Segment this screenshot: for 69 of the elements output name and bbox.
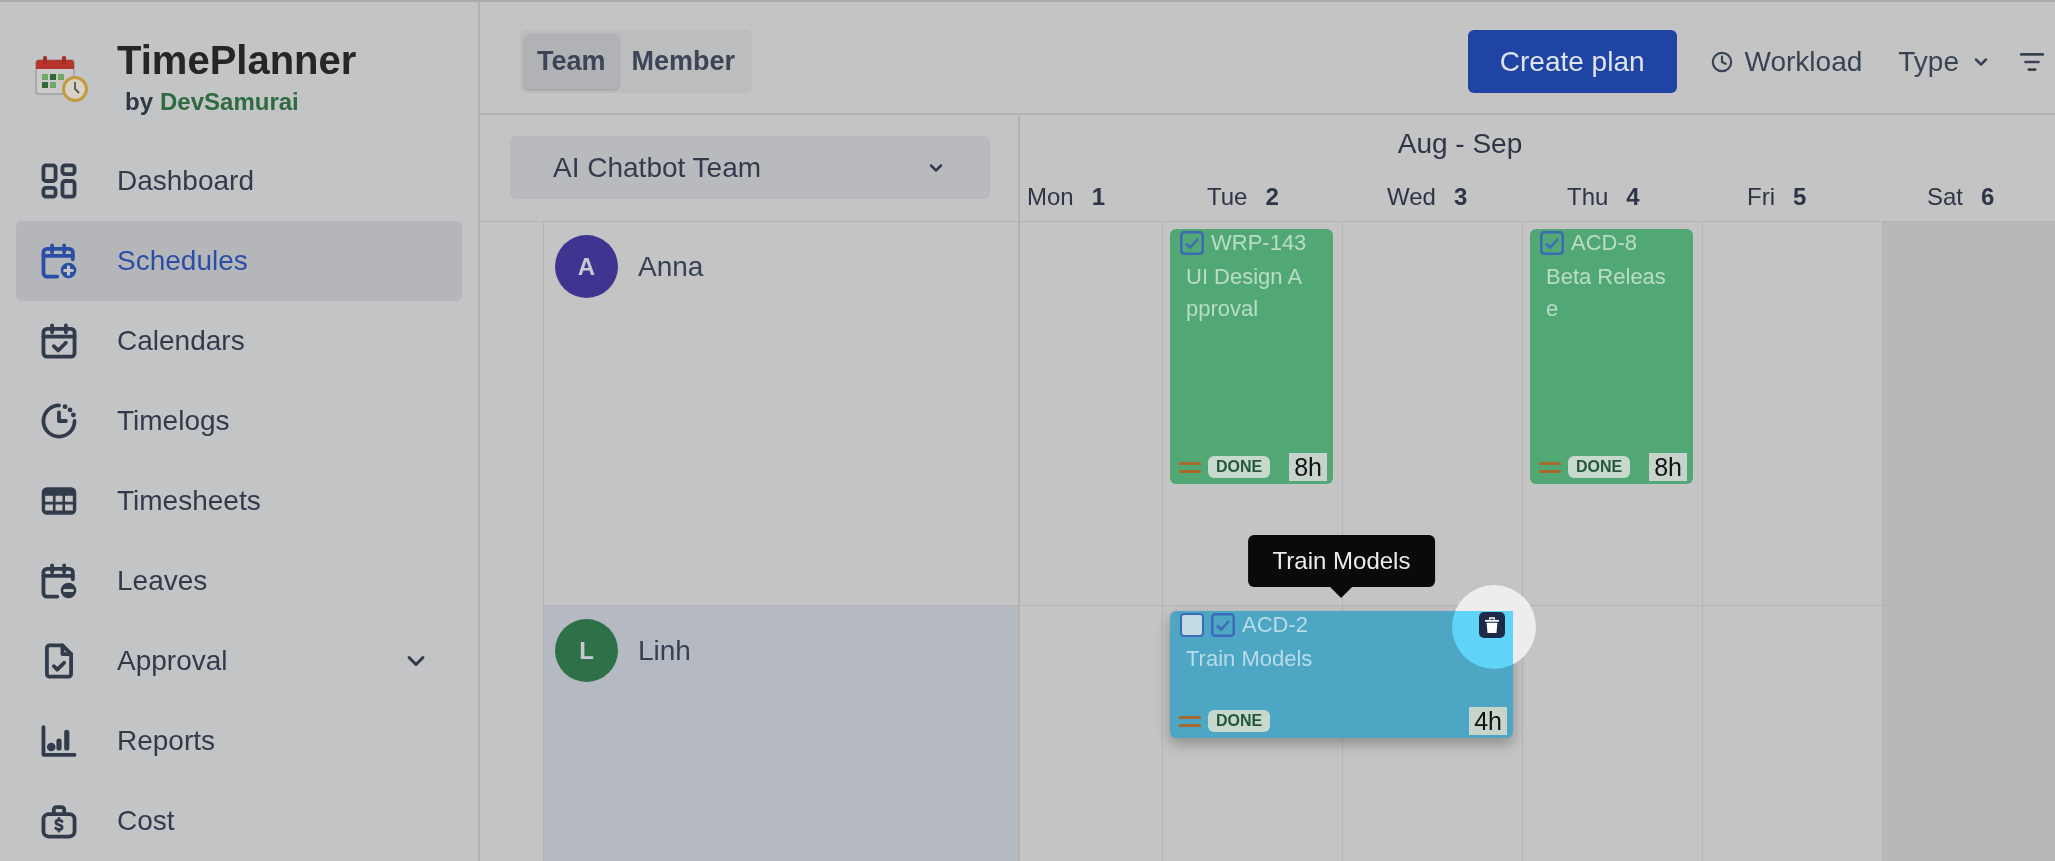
- day-number: 4: [1626, 182, 1640, 212]
- issue-key: ACD-2: [1242, 611, 1308, 639]
- sidebar-item[interactable]: Reports: [16, 701, 462, 781]
- task-card[interactable]: WRP-143 UI Design Approval DONE 8h: [1170, 229, 1333, 484]
- sidebar-item[interactable]: Schedules: [16, 221, 462, 301]
- calendar-check-icon: [40, 322, 78, 360]
- weekday-label: Wed: [1387, 182, 1436, 212]
- sidebar-item[interactable]: Dashboard: [16, 141, 462, 221]
- avatar: L: [555, 619, 618, 682]
- avatar: A: [555, 235, 618, 298]
- clock-icon: [40, 402, 78, 440]
- workload-button[interactable]: Workload: [1710, 40, 1863, 83]
- issue-key: ACD-8: [1571, 229, 1637, 257]
- task-title: Beta Release: [1546, 263, 1667, 323]
- issue-key: WRP-143: [1211, 229, 1307, 257]
- equals-icon: [1179, 715, 1201, 727]
- sidebar-item[interactable]: Calendars: [16, 301, 462, 381]
- team-select[interactable]: AI Chatbot Team: [510, 136, 990, 199]
- day-number: 1: [1091, 182, 1106, 212]
- hours-badge: 4h: [1469, 707, 1507, 735]
- weekday-label: Sat: [1927, 182, 1964, 212]
- status-badge: DONE: [1208, 710, 1271, 732]
- equals-icon: [1539, 461, 1561, 473]
- tooltip: Train Models: [1247, 535, 1436, 598]
- day-number: 6: [1981, 182, 1995, 212]
- member-name: Linh: [638, 633, 691, 668]
- calendar-minus-icon: [40, 562, 78, 600]
- weekday-label: Fri: [1747, 182, 1775, 212]
- weekday-label: Mon: [1027, 182, 1074, 212]
- date-range: Aug - Sep: [1397, 128, 1523, 159]
- sidebar-item[interactable]: Cost: [16, 781, 462, 861]
- app-name: TimePlanner: [117, 38, 357, 82]
- task-card[interactable]: ACD-8 Beta Release DONE 8h: [1530, 229, 1693, 484]
- sidebar-item[interactable]: Leaves: [16, 541, 462, 621]
- view-tab[interactable]: Team: [524, 34, 619, 89]
- member-name: Anna: [638, 249, 704, 284]
- delete-button[interactable]: [1479, 612, 1505, 638]
- hours-badge: 8h: [1289, 453, 1327, 481]
- day-number: 5: [1793, 182, 1807, 212]
- equals-icon: [1179, 461, 1201, 473]
- sidebar-item[interactable]: Approval: [16, 621, 462, 701]
- select-checkbox[interactable]: [1180, 613, 1204, 637]
- status-badge: DONE: [1568, 456, 1631, 478]
- bar-chart-icon: [40, 722, 78, 760]
- clock-icon: [1710, 50, 1733, 73]
- task-title: Train Models: [1186, 645, 1314, 673]
- status-badge: DONE: [1208, 456, 1271, 478]
- dashboard-icon: [40, 162, 78, 200]
- sidebar-item[interactable]: Timelogs: [16, 381, 462, 461]
- trash-icon: [1485, 617, 1499, 633]
- logo-icon: [35, 55, 89, 103]
- view-tab[interactable]: Member: [618, 34, 749, 89]
- weekday-label: Tue: [1207, 182, 1248, 212]
- task-title: UI Design Approval: [1186, 263, 1304, 323]
- money-bag-icon: [40, 802, 78, 840]
- create-plan-button[interactable]: Create plan: [1467, 30, 1677, 93]
- vendor-name: DevSamurai: [160, 88, 299, 116]
- byline-text: by: [125, 88, 153, 116]
- task-card[interactable]: ACD-2 Train Models DONE 4h: [1170, 611, 1513, 738]
- hours-badge: 8h: [1649, 453, 1687, 481]
- day-number: 3: [1453, 182, 1468, 212]
- day-number: 2: [1265, 182, 1279, 212]
- type-dropdown[interactable]: Type: [1898, 40, 1991, 83]
- check-square-icon: [1180, 231, 1204, 255]
- weekday-label: Thu: [1567, 182, 1609, 212]
- calendar-plus-icon: [40, 242, 78, 280]
- check-square-icon: [1211, 613, 1235, 637]
- check-square-icon: [1540, 231, 1564, 255]
- sidebar-item[interactable]: Timesheets: [16, 461, 462, 541]
